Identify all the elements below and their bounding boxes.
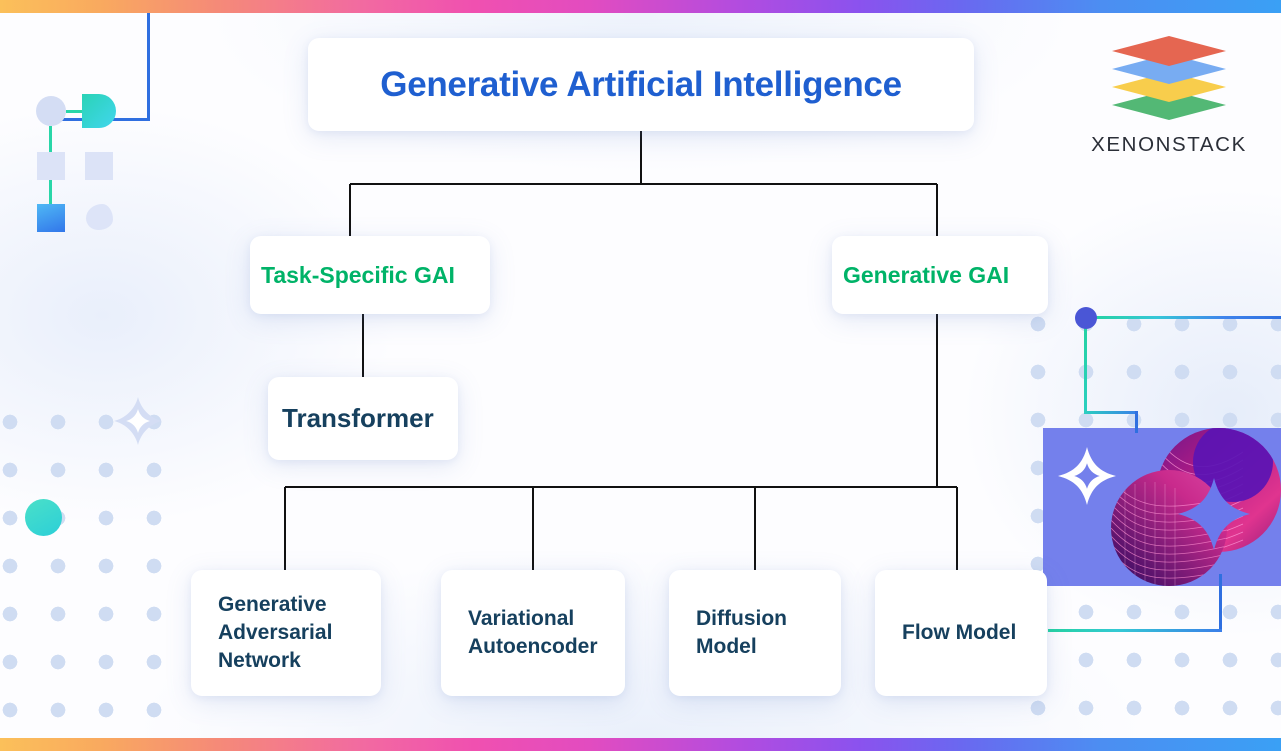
brand-logo: XENONSTACK — [1084, 28, 1254, 157]
node-generative-gai[interactable]: Generative GAI — [832, 236, 1048, 314]
teal-blue-line-decoration — [1084, 411, 1138, 414]
lavender-blob-decoration — [86, 204, 113, 230]
bottom-gradient-bar — [0, 738, 1281, 751]
teal-connector-line — [49, 126, 52, 154]
node-flow-model[interactable]: Flow Model — [875, 570, 1047, 696]
node-transformer[interactable]: Transformer — [268, 377, 458, 460]
teal-connector-line — [49, 178, 52, 206]
node-variational-autoencoder[interactable]: Variational Autoencoder — [441, 570, 625, 696]
node-label: Generative Artificial Intelligence — [380, 64, 902, 104]
node-label: Task-Specific GAI — [261, 261, 455, 288]
lavender-square-decoration — [37, 152, 65, 180]
node-diffusion-model[interactable]: Diffusion Model — [669, 570, 841, 696]
node-label: Flow Model — [902, 621, 1017, 645]
blue-node-dot-decoration — [1075, 307, 1097, 329]
four-point-sparkle-icon — [1178, 478, 1250, 550]
node-label: Transformer — [282, 403, 434, 433]
four-point-sparkle-icon — [113, 396, 163, 446]
lavender-circle-decoration — [36, 96, 66, 126]
stacked-layers-icon — [1112, 36, 1226, 120]
teal-blue-line-decoration — [1084, 316, 1087, 414]
lavender-square-decoration — [85, 152, 113, 180]
node-generative-artificial-intelligence[interactable]: Generative Artificial Intelligence — [308, 38, 974, 131]
teal-blue-line-decoration — [1048, 629, 1222, 632]
teal-quarter-circle-decoration — [82, 94, 116, 128]
top-gradient-bar — [0, 0, 1281, 13]
four-point-sparkle-icon — [1058, 447, 1116, 505]
brand-name: XENONSTACK — [1091, 133, 1247, 156]
node-label: Generative GAI — [843, 261, 1010, 288]
teal-dot-decoration — [25, 499, 62, 536]
teal-blue-line-decoration — [1090, 316, 1281, 319]
node-label: Generative Adversarial Network — [218, 593, 333, 672]
node-generative-adversarial-network[interactable]: Generative Adversarial Network — [191, 570, 381, 696]
blue-gradient-square-decoration — [37, 204, 65, 232]
infographic-canvas: Generative Artificial Intelligence Task-… — [0, 0, 1281, 751]
node-label: Diffusion Model — [696, 607, 787, 658]
left-dot-grid-decoration — [0, 398, 170, 742]
node-task-specific-gai[interactable]: Task-Specific GAI — [250, 236, 490, 314]
node-label: Variational Autoencoder — [468, 607, 598, 658]
